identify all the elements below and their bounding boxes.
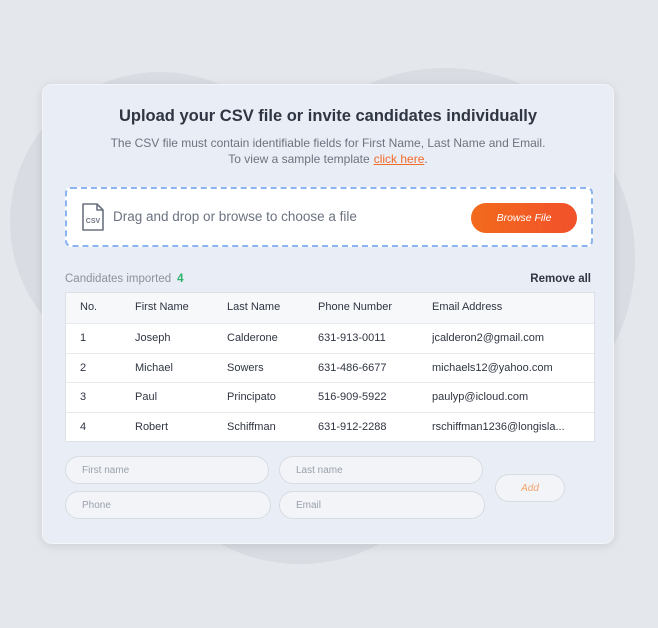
- last-name-field[interactable]: [279, 456, 483, 484]
- cell-phone: 631-913-0011: [318, 332, 386, 344]
- email-field[interactable]: [279, 491, 485, 519]
- browse-file-button[interactable]: Browse File: [471, 203, 577, 233]
- cell-last-name: Calderone: [227, 332, 278, 344]
- cell-phone: 631-912-2288: [318, 420, 387, 433]
- upload-card: Upload your CSV file or invite candidate…: [42, 84, 614, 544]
- instructions: The CSV file must contain identifiable f…: [43, 135, 613, 167]
- header-phone-number: Phone Number: [318, 301, 392, 313]
- candidates-table: No. First Name Last Name Phone Number Em…: [65, 292, 595, 442]
- table-row: 3 Paul Principato 516-909-5922 paulyp@ic…: [66, 382, 594, 412]
- instructions-line-1: The CSV file must contain identifiable f…: [110, 136, 546, 150]
- cell-no: 3: [80, 391, 87, 403]
- cell-no: 1: [80, 332, 87, 344]
- csv-icon-label: CSV: [86, 218, 101, 225]
- cell-first-name: Paul: [135, 391, 158, 403]
- imported-label: Candidates imported: [65, 273, 172, 285]
- imported-count: 4: [177, 273, 184, 285]
- cell-email: paulyp@icloud.com: [432, 391, 529, 403]
- imported-summary: Candidates imported 4 Remove all: [65, 273, 591, 289]
- dropzone-text: Drag and drop or browse to choose a file: [113, 209, 357, 224]
- add-candidate-button[interactable]: Add: [495, 474, 565, 502]
- first-name-field[interactable]: [65, 456, 269, 484]
- cell-email: michaels12@yahoo.com: [432, 361, 553, 374]
- header-no: No.: [80, 301, 98, 313]
- csv-file-icon: CSV: [82, 203, 104, 231]
- table-row: 4 Robert Schiffman 631-912-2288 rschiffm…: [66, 411, 594, 442]
- instructions-line-2: To view a sample template click here.: [43, 151, 613, 167]
- cell-phone: 516-909-5922: [318, 391, 387, 403]
- table-row: 2 Michael Sowers 631-486-6677 michaels12…: [66, 352, 594, 383]
- cell-first-name: Joseph: [135, 332, 171, 344]
- instructions-text: To view a sample template: [228, 152, 370, 166]
- page-title: Upload your CSV file or invite candidate…: [118, 107, 538, 125]
- table-row: 1 Joseph Calderone 631-913-0011 jcaldero…: [66, 323, 594, 353]
- cell-phone: 631-486-6677: [318, 361, 387, 374]
- instructions-period: .: [424, 152, 428, 166]
- table-header-row: No. First Name Last Name Phone Number Em…: [66, 293, 594, 323]
- remove-all-button[interactable]: Remove all: [530, 273, 591, 285]
- header-first-name: First Name: [135, 301, 189, 313]
- cell-first-name: Michael: [135, 361, 173, 374]
- sample-template-link[interactable]: click here: [374, 152, 425, 166]
- cell-last-name: Schiffman: [227, 420, 276, 433]
- cell-first-name: Robert: [135, 420, 169, 433]
- cell-no: 4: [80, 420, 87, 433]
- header-email-address: Email Address: [432, 301, 503, 313]
- file-dropzone[interactable]: CSV Drag and drop or browse to choose a …: [65, 187, 593, 247]
- header-last-name: Last Name: [227, 301, 281, 313]
- cell-email: jcalderon2@gmail.com: [432, 332, 545, 344]
- cell-last-name: Principato: [227, 391, 276, 403]
- cell-last-name: Sowers: [227, 361, 264, 374]
- cell-email: rschiffman1236@longisla...: [432, 420, 565, 433]
- phone-field[interactable]: [65, 491, 271, 519]
- cell-no: 2: [80, 361, 87, 374]
